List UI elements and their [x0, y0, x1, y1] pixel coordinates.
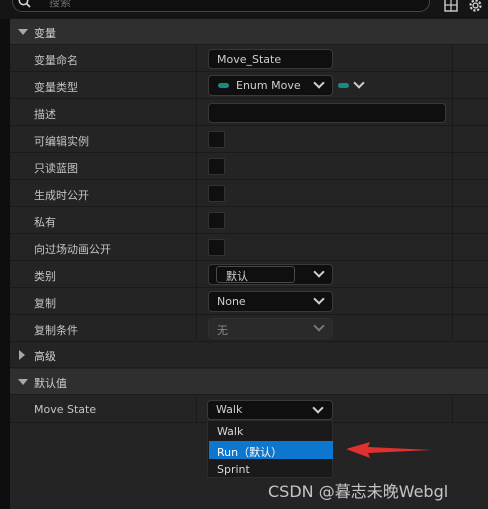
- dropdown-option-walk[interactable]: Walk: [209, 422, 333, 440]
- grid-icon[interactable]: [444, 0, 458, 12]
- single-container-icon: [338, 83, 349, 88]
- category-field[interactable]: 默认: [216, 266, 295, 283]
- arrow-annotation: [346, 442, 432, 458]
- row-replication-condition: 复制条件 无: [10, 315, 488, 342]
- chevron-down-icon: [353, 77, 365, 89]
- row-label: 描述: [34, 108, 56, 121]
- replication-condition-dropdown[interactable]: 无: [208, 318, 333, 339]
- expose-on-spawn-checkbox[interactable]: [208, 185, 225, 202]
- dropdown-option-sprint[interactable]: Sprint: [209, 460, 333, 478]
- row-blueprint-readonly: 只读蓝图: [10, 153, 488, 180]
- category-value: 默认: [226, 270, 248, 283]
- row-label: 变量类型: [34, 81, 78, 94]
- row-instance-editable: 可编辑实例: [10, 126, 488, 153]
- chevron-down-icon: [312, 402, 324, 414]
- blueprint-readonly-checkbox[interactable]: [208, 158, 225, 175]
- row-label: 变量命名: [34, 54, 78, 67]
- private-checkbox[interactable]: [208, 212, 225, 229]
- row-label: 类别: [34, 270, 56, 283]
- row-label: 复制: [34, 297, 56, 310]
- instance-editable-checkbox[interactable]: [208, 131, 225, 148]
- row-expose-on-spawn: 生成时公开: [10, 180, 488, 207]
- row-category: 类别 默认: [10, 261, 488, 288]
- row-label: 可编辑实例: [34, 135, 89, 148]
- row-description: 描述: [10, 99, 488, 126]
- expand-arrow-icon: [18, 379, 28, 385]
- row-label: 私有: [34, 216, 56, 229]
- section-label: 高级: [34, 350, 56, 363]
- row-variable-name: 变量命名 Move_State: [10, 45, 488, 72]
- section-variable[interactable]: 变量: [10, 19, 488, 45]
- move-state-dropdown-menu: Walk Run（默认） Sprint: [207, 420, 333, 478]
- dropdown-option-run[interactable]: Run（默认）: [209, 441, 333, 459]
- row-label: 生成时公开: [34, 189, 89, 202]
- chevron-down-icon: [313, 77, 325, 89]
- expose-to-cinematics-checkbox[interactable]: [208, 239, 225, 256]
- category-combobox[interactable]: 默认: [208, 264, 333, 285]
- chevron-down-icon: [313, 293, 325, 305]
- search-input[interactable]: 搜索: [12, 0, 430, 12]
- search-icon: [18, 0, 31, 8]
- section-label: 变量: [34, 27, 56, 40]
- section-advanced[interactable]: 高级: [10, 342, 488, 368]
- row-variable-type: 变量类型 Enum Move: [10, 72, 488, 99]
- variable-type-value: Enum Move: [236, 79, 301, 92]
- move-state-dropdown[interactable]: Walk: [207, 400, 333, 420]
- gear-icon[interactable]: [467, 0, 484, 14]
- variable-name-field[interactable]: Move_State: [208, 49, 333, 69]
- chevron-down-icon: [313, 320, 325, 332]
- expand-arrow-icon: [18, 29, 28, 35]
- row-label: 向过场动画公开: [34, 243, 111, 256]
- row-move-state: Move State Walk: [10, 396, 488, 423]
- row-private: 私有: [10, 207, 488, 234]
- collapse-arrow-icon: [19, 350, 25, 360]
- row-label: 只读蓝图: [34, 162, 78, 175]
- row-replication: 复制 None: [10, 288, 488, 315]
- row-label: 复制条件: [34, 324, 78, 337]
- search-placeholder: 搜索: [49, 0, 71, 9]
- chevron-down-icon: [313, 266, 325, 278]
- container-type-dropdown[interactable]: [336, 76, 368, 94]
- section-label: 默认值: [34, 377, 67, 390]
- row-label: Move State: [34, 403, 97, 416]
- replication-value: None: [217, 295, 246, 308]
- section-default-value[interactable]: 默认值: [10, 369, 488, 395]
- enum-type-icon: [218, 83, 229, 88]
- row-expose-to-cinematics: 向过场动画公开: [10, 234, 488, 261]
- move-state-value: Walk: [216, 403, 243, 416]
- details-toolbar: 搜索: [0, 0, 488, 18]
- left-gutter: [0, 19, 10, 509]
- variable-type-dropdown[interactable]: Enum Move: [208, 75, 333, 96]
- watermark: CSDN @暮志未晚Webgl: [268, 482, 449, 501]
- replication-dropdown[interactable]: None: [208, 291, 333, 312]
- replication-condition-value: 无: [217, 324, 228, 337]
- description-field[interactable]: [208, 103, 446, 123]
